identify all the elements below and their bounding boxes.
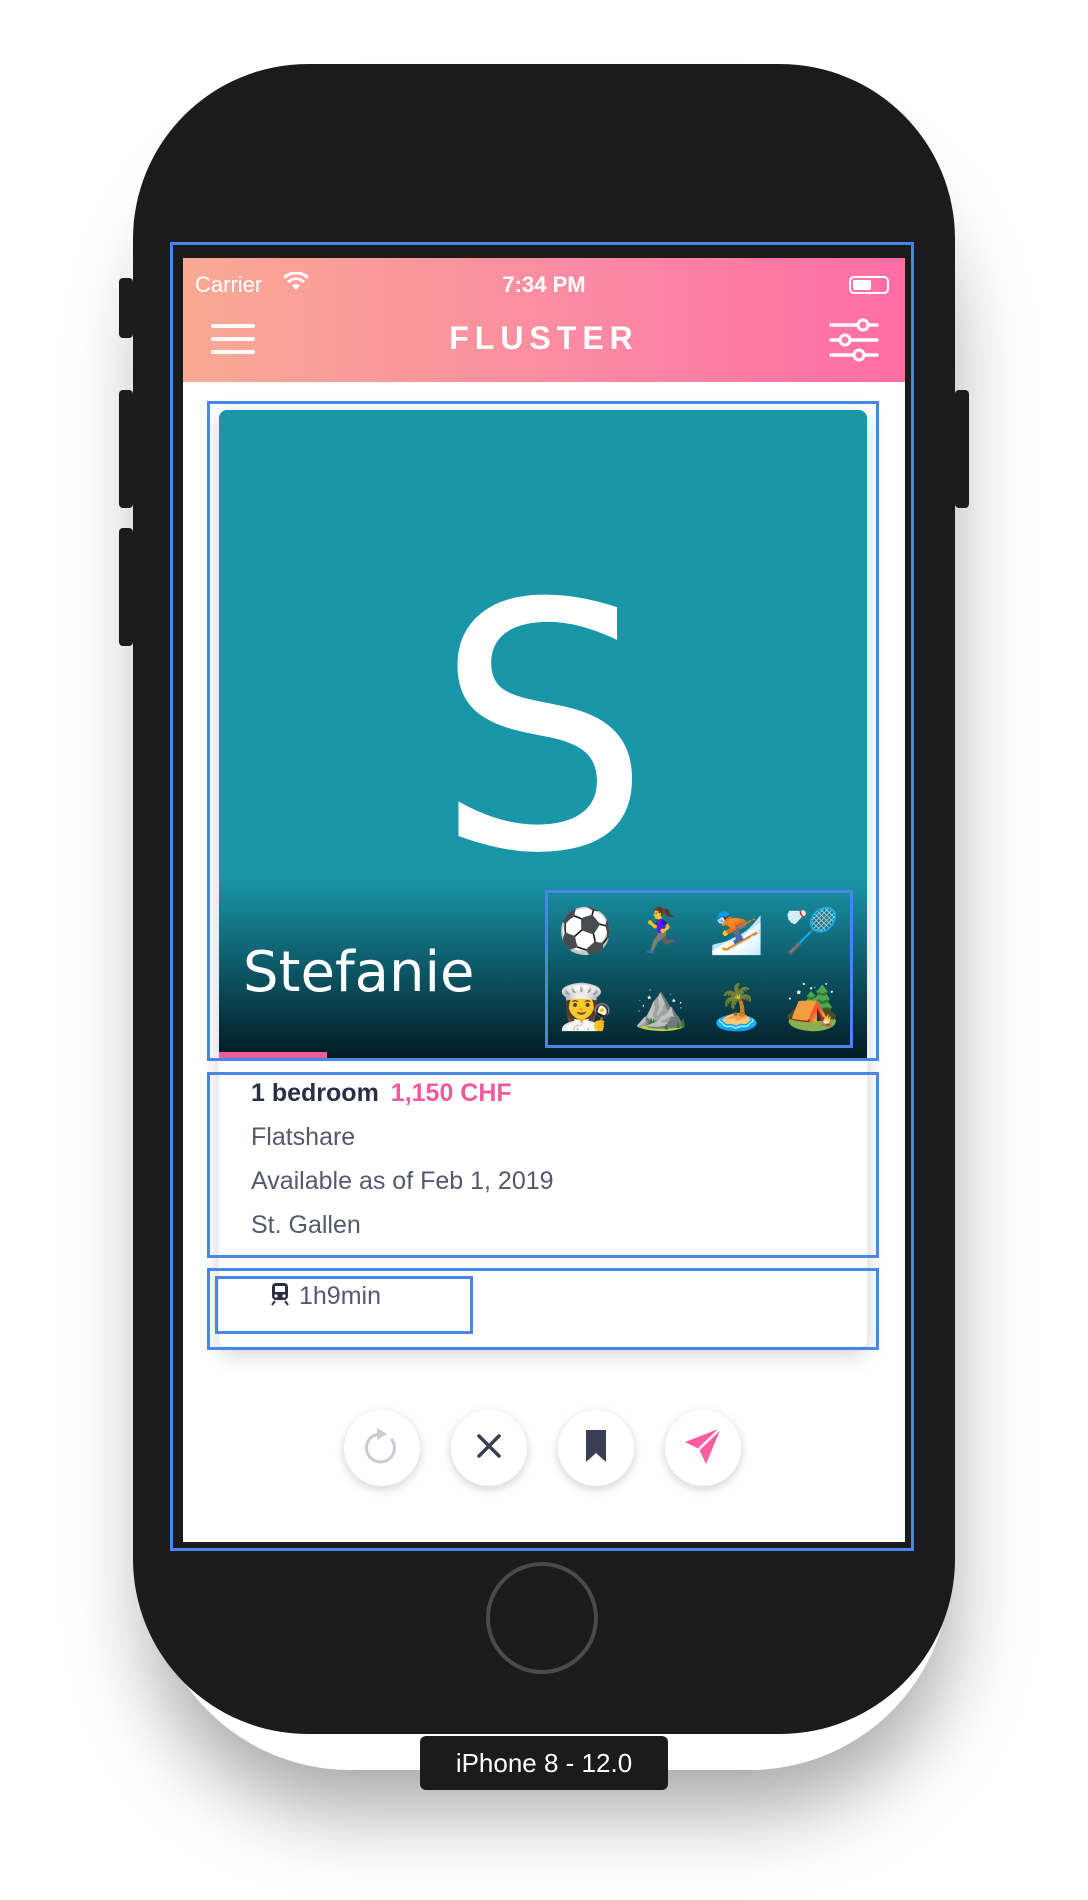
camping-icon: 🏕️ <box>784 983 840 1032</box>
availability-date: Available as of Feb 1, 2019 <box>251 1167 554 1195</box>
app-title: FLUSTER <box>449 320 639 356</box>
action-bar <box>183 1410 905 1494</box>
listing-card[interactable]: S Stefanie ⚽ 🏃‍♀️ ⛷️ 🏸 👩‍🍳 ⛰️ 🏝️ 🏕️ 1 be… <box>219 410 867 1348</box>
skier-icon: ⛷️ <box>709 907 765 956</box>
island-icon: 🏝️ <box>709 983 765 1032</box>
listing-details: 1 bedroom 1,150 CHF Flatshare Available a… <box>251 1080 851 1256</box>
soccer-ball-icon: ⚽ <box>558 907 614 956</box>
price-label: 1,150 CHF <box>390 1079 512 1107</box>
app-screen: Carrier 7:34 PM FLUSTER S Stefanie ⚽ <box>183 258 905 1542</box>
volume-down-button <box>119 528 133 646</box>
device-label: iPhone 8 - 12.0 <box>420 1736 668 1790</box>
home-button[interactable] <box>486 1562 598 1674</box>
bookmark-icon <box>584 1428 608 1469</box>
close-icon <box>474 1431 504 1466</box>
commute-info: 1h9min <box>271 1282 381 1313</box>
app-header: Carrier 7:34 PM FLUSTER <box>183 258 905 382</box>
badminton-icon: 🏸 <box>784 907 840 956</box>
send-icon <box>681 1424 725 1473</box>
listing-location: St. Gallen <box>251 1211 361 1239</box>
mute-switch <box>119 278 133 338</box>
listing-type: Flatshare <box>251 1123 356 1151</box>
photo-progress-bar <box>219 1052 867 1058</box>
commute-time: 1h9min <box>299 1282 381 1311</box>
photo-progress-fill <box>219 1052 328 1058</box>
mountain-icon: ⛰️ <box>633 983 689 1032</box>
profile-name: Stefanie <box>243 940 475 1005</box>
undo-icon <box>363 1426 401 1471</box>
bedroom-count: 1 bedroom <box>251 1079 379 1107</box>
price-row: 1 bedroom 1,150 CHF <box>251 1080 851 1107</box>
power-button <box>955 390 969 508</box>
status-bar: Carrier 7:34 PM <box>183 266 905 302</box>
volume-up-button <box>119 390 133 508</box>
sliders-filter-icon[interactable] <box>829 318 879 362</box>
cook-icon: 👩‍🍳 <box>558 983 614 1032</box>
status-time: 7:34 PM <box>502 272 586 297</box>
profile-photo[interactable]: S Stefanie ⚽ 🏃‍♀️ ⛷️ 🏸 👩‍🍳 ⛰️ 🏝️ 🏕️ <box>219 410 867 1058</box>
apply-button[interactable] <box>665 1410 741 1486</box>
bookmark-button[interactable] <box>558 1410 634 1486</box>
photo-initial: S <box>435 532 651 928</box>
dislike-button[interactable] <box>451 1410 527 1486</box>
train-icon <box>271 1282 289 1313</box>
running-woman-icon: 🏃‍♀️ <box>633 907 689 956</box>
interests-grid: ⚽ 🏃‍♀️ ⛷️ 🏸 👩‍🍳 ⛰️ 🏝️ 🏕️ <box>545 890 853 1048</box>
undo-button[interactable] <box>344 1410 420 1486</box>
battery-icon <box>849 276 889 294</box>
